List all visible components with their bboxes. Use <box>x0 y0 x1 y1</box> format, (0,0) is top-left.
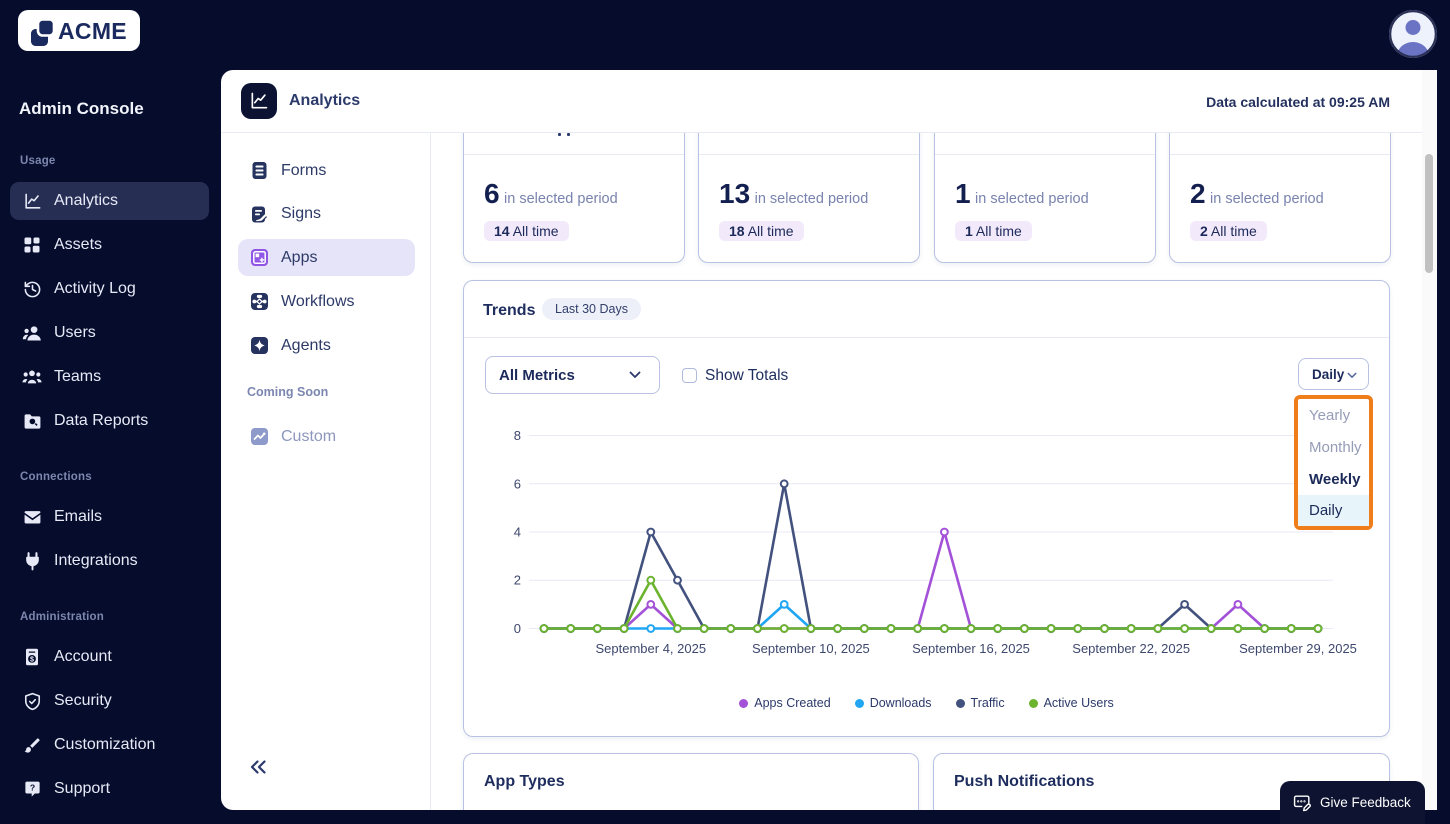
svg-text:4: 4 <box>514 525 521 540</box>
svg-text:6: 6 <box>514 476 521 491</box>
svg-text:?: ? <box>29 782 34 792</box>
svg-text:September 16, 2025: September 16, 2025 <box>912 641 1030 656</box>
svg-text:September 10, 2025: September 10, 2025 <box>752 641 870 656</box>
svg-text:2: 2 <box>514 573 521 588</box>
svg-text:8: 8 <box>514 428 521 443</box>
svg-text:September 4, 2025: September 4, 2025 <box>596 641 707 656</box>
svg-text:0: 0 <box>514 621 521 636</box>
svg-text:September 29, 2025: September 29, 2025 <box>1239 641 1357 656</box>
svg-text:September 22, 2025: September 22, 2025 <box>1072 641 1190 656</box>
svg-text:$: $ <box>30 656 34 664</box>
